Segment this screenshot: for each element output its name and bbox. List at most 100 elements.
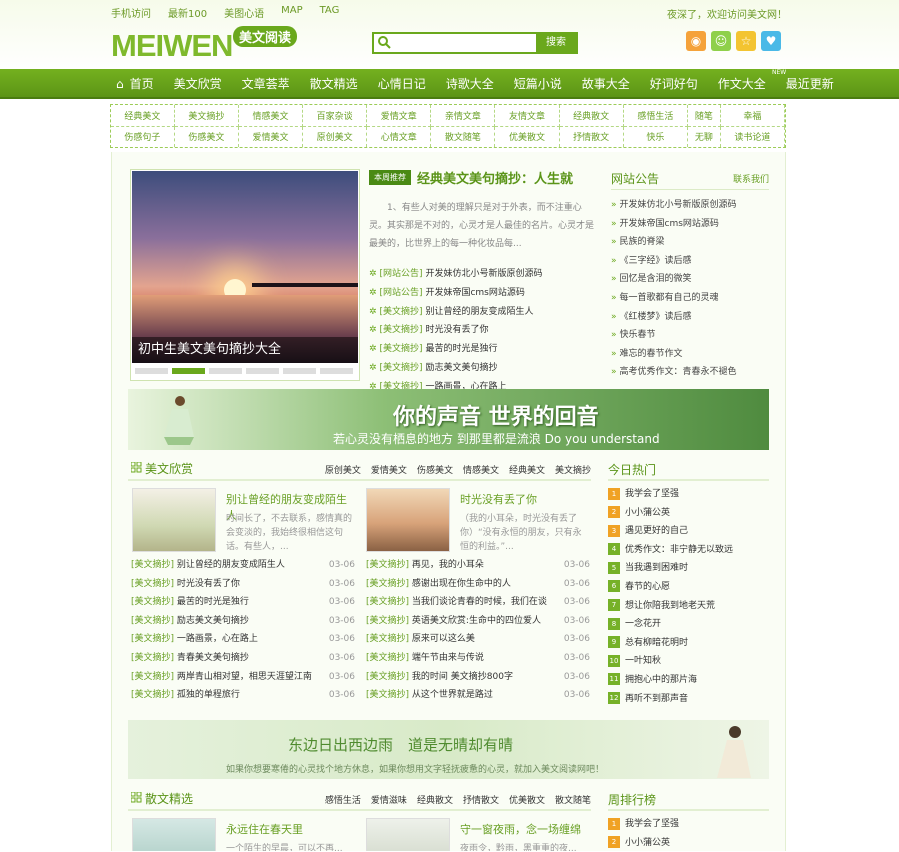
search-input[interactable] [394,35,534,51]
category-link[interactable]: 幸福 [720,105,786,127]
top-link-map[interactable]: MAP [281,5,303,20]
notice-item[interactable]: 开发妹帝国cms网站源码 [611,215,769,234]
weibo-icon[interactable]: ◉ [686,31,706,51]
category-link[interactable]: 无聊 [687,126,721,147]
nav-item[interactable]: 故事大全 [572,69,640,99]
banner-poem[interactable]: 东边日出西边雨 道是无晴却有晴 如果你想要寒倦的心灵找个地方休息，如果你想用文字… [128,720,769,779]
category-link[interactable]: 心情文章 [366,126,432,147]
category-link[interactable]: 读书论道 [720,126,786,147]
category-link[interactable]: 爱情美文 [238,126,304,147]
category-link[interactable]: 美文摘抄 [174,105,239,127]
top-link-tag[interactable]: TAG [320,5,340,20]
hot-item[interactable]: 6 春节的心愿 [608,578,769,597]
notice-item[interactable]: 每一首歌都有自己的灵魂 [611,289,769,308]
nav-item[interactable]: 诗歌大全 [436,69,504,99]
category-link[interactable]: 亲情文章 [430,105,496,127]
category-link[interactable]: 经典散文 [559,105,624,127]
top-link-latest100[interactable]: 最新100 [168,5,207,20]
list-item[interactable]: [美文摘抄] 原来可以这么美 03-06 [366,630,590,649]
nav-item[interactable]: 心情日记 [368,69,436,99]
banner-voice[interactable]: 你的声音 世界的回音 若心灵没有栖息的地方 到那里都是流浪 Do you und… [128,389,769,450]
top-link-mobile[interactable]: 手机访问 [111,5,151,20]
hot-item[interactable]: 8 一念花开 [608,615,769,634]
list-item[interactable]: [美文摘抄] 两岸青山相对望，相思天涯望江南 03-06 [131,668,355,687]
rank-item[interactable]: 1 我学会了坚强 [608,815,769,834]
hot-item[interactable]: 11 拥抱心中的那片海 [608,671,769,690]
nav-item[interactable]: 散文精选 [300,69,368,99]
list-item[interactable]: [美文摘抄] 从这个世界就是路过 03-06 [366,686,590,705]
list-item[interactable]: [美文摘抄] 孤独的单程旅行 03-06 [131,686,355,705]
article-card-title[interactable]: 守一窗夜雨，念一场缠绵 [460,821,581,837]
list-item[interactable]: [美文摘抄] 感谢出现在你生命中的人 03-06 [366,575,590,594]
list-item[interactable]: ✲ [美文摘抄] 励志美文美句摘抄 [369,359,594,378]
category-link[interactable]: 原创美文 [302,126,368,147]
list-item[interactable]: [美文摘抄] 当我们谈论青春的时候，我们在谈 03-06 [366,593,590,612]
list-item[interactable]: [美文摘抄] 英语美文欣赏:生命中的四位爱人 03-06 [366,612,590,631]
category-link[interactable]: 优美散文 [494,126,560,147]
notice-item[interactable]: 快乐春节 [611,326,769,345]
list-item[interactable]: [美文摘抄] 时光没有丢了你 03-06 [131,575,355,594]
section-sub-link[interactable]: 经典散文 [417,793,453,806]
list-item[interactable]: ✲ [网站公告] 开发妹仿北小号新版原创源码 [369,265,594,284]
chat-icon[interactable]: ☺ [711,31,731,51]
list-item[interactable]: [美文摘抄] 青春美文美句摘抄 03-06 [131,649,355,668]
category-link[interactable]: 抒情散文 [559,126,624,147]
heart-icon[interactable]: ♥ [761,31,781,51]
slide-dot-active[interactable] [172,368,205,374]
notice-item[interactable]: 开发妹仿北小号新版原创源码 [611,196,769,215]
section-sub-link[interactable]: 优美散文 [509,793,545,806]
section-sub-link[interactable]: 美文摘抄 [555,463,591,476]
article-card-title[interactable]: 永远住在春天里 [226,821,303,837]
list-item[interactable]: ✲ [美文摘抄] 时光没有丢了你 [369,321,594,340]
hot-item[interactable]: 9 总有柳暗花明时 [608,634,769,653]
rank-item[interactable]: 2 小小蒲公英 [608,834,769,852]
category-link[interactable]: 随笔 [687,105,721,127]
hot-item[interactable]: 7 想让你陪我到地老天荒 [608,597,769,616]
hero-slideshow[interactable]: 初中生美文美句摘抄大全 [130,169,360,381]
category-link[interactable]: 经典美文 [111,105,175,127]
contact-link[interactable]: 联系我们 [733,172,769,185]
hot-item[interactable]: 3 遇见更好的自己 [608,522,769,541]
hot-item[interactable]: 5 当我遇到困难时 [608,559,769,578]
list-item[interactable]: [美文摘抄] 端午节由来与传说 03-06 [366,649,590,668]
section-sub-link[interactable]: 感悟生活 [325,793,361,806]
notice-item[interactable]: 民族的脊梁 [611,233,769,252]
article-card[interactable]: 别让曾经的朋友变成陌生人 时间长了，不去联系，感情真的会变淡的，我始终很相信这句… [132,488,357,554]
category-link[interactable]: 快乐 [623,126,688,147]
notice-item[interactable]: 难忘的春节作文 [611,345,769,364]
hot-item[interactable]: 2 小小蒲公英 [608,504,769,523]
hot-item[interactable]: 4 优秀作文：非宁静无以致远 [608,541,769,560]
hot-item[interactable]: 10 一叶知秋 [608,652,769,671]
article-card-title[interactable]: 时光没有丢了你 [460,491,537,507]
slide-dot[interactable] [320,368,353,374]
section-sub-link[interactable]: 经典美文 [509,463,545,476]
search-button[interactable]: 搜索 [536,34,576,52]
category-link[interactable]: 感悟生活 [623,105,688,127]
category-link[interactable]: 友情文章 [494,105,560,127]
article-card[interactable]: 永远住在春天里 一个陌生的早晨，可以不再... [132,818,357,851]
list-item[interactable]: ✲ [网站公告] 开发妹帝国cms网站源码 [369,284,594,303]
slide-dot[interactable] [135,368,168,374]
nav-item[interactable]: 文章荟萃 [232,69,300,99]
list-item[interactable]: [美文摘抄] 一路画景，心在路上 03-06 [131,630,355,649]
list-item[interactable]: [美文摘抄] 最苦的时光是独行 03-06 [131,593,355,612]
list-item[interactable]: [美文摘抄] 励志美文美句摘抄 03-06 [131,612,355,631]
section-sub-link[interactable]: 爱情美文 [371,463,407,476]
list-item[interactable]: [美文摘抄] 别让曾经的朋友变成陌生人 03-06 [131,556,355,575]
article-card[interactable]: 时光没有丢了你 （我的小耳朵，时光没有丢了你）“没有永恒的朋友，只有永恒的利益。… [366,488,591,554]
slide-dot[interactable] [209,368,242,374]
section-sub-link[interactable]: 情感美文 [463,463,499,476]
category-link[interactable]: 情感美文 [238,105,304,127]
section-sub-link[interactable]: 抒情散文 [463,793,499,806]
nav-item[interactable]: 短篇小说 [504,69,572,99]
notice-item[interactable]: 回忆是含泪的微笑 [611,270,769,289]
nav-item[interactable]: 美文欣赏 [164,69,232,99]
top-link-meitu[interactable]: 美图心语 [224,5,264,20]
hot-item[interactable]: 12 再听不到那声音 [608,690,769,709]
category-link[interactable]: 伤感句子 [111,126,175,147]
slide-dot[interactable] [283,368,316,374]
hot-item[interactable]: 1 我学会了坚强 [608,485,769,504]
section-sub-link[interactable]: 爱情滋味 [371,793,407,806]
category-link[interactable]: 百家杂谈 [302,105,368,127]
section-sub-link[interactable]: 伤感美文 [417,463,453,476]
